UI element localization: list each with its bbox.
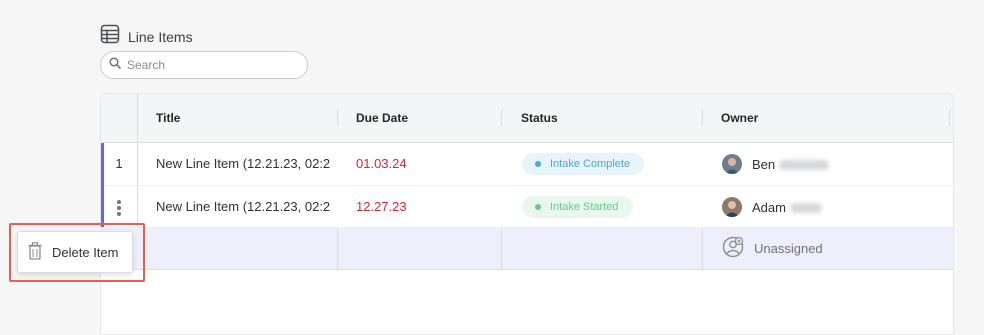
redacted-surname	[779, 160, 830, 171]
column-header-title[interactable]: Title	[156, 94, 180, 142]
status-label: Intake Started	[550, 201, 619, 213]
table-icon	[100, 24, 120, 49]
status-dot	[535, 161, 541, 167]
row-due-date[interactable]: 01.03.24	[356, 143, 407, 185]
trash-icon	[28, 241, 42, 263]
row-group-accent	[101, 143, 104, 227]
owner-cell[interactable]: Ben	[722, 143, 830, 185]
avatar	[722, 154, 742, 174]
search-icon	[109, 56, 121, 74]
owner-name: Adam	[752, 199, 786, 215]
redacted-surname	[789, 203, 822, 214]
table-row-selected[interactable]: Unassigned	[101, 228, 953, 269]
section-title: Line Items	[128, 28, 193, 45]
cell-divider	[501, 228, 502, 269]
status-dot	[535, 204, 541, 210]
delete-item-label: Delete Item	[52, 244, 119, 260]
delete-item-menu-item[interactable]: Delete Item	[17, 231, 133, 273]
column-divider[interactable]	[949, 110, 950, 126]
table-row[interactable]: New Line Item (12.21.23, 02:2 12.27.23 I…	[101, 186, 953, 228]
search-box[interactable]	[100, 51, 308, 79]
cell-divider	[337, 228, 338, 269]
cell-divider	[702, 228, 703, 269]
row-drag-handle-icon[interactable]	[101, 186, 137, 228]
column-divider[interactable]	[337, 110, 338, 126]
column-header-due-date[interactable]: Due Date	[356, 94, 408, 142]
status-badge[interactable]: Intake Started	[522, 196, 633, 218]
column-header-owner[interactable]: Owner	[721, 94, 758, 142]
unassigned-user-icon	[722, 236, 744, 261]
column-divider[interactable]	[702, 110, 703, 126]
avatar	[722, 197, 742, 217]
row-title[interactable]: New Line Item (12.21.23, 02:2	[156, 186, 337, 228]
line-items-table: Title Due Date Status Owner 1 New Line I…	[100, 93, 954, 335]
owner-name: Ben	[752, 156, 776, 172]
search-input[interactable]	[127, 58, 297, 72]
row-index: 1	[115, 156, 123, 171]
section-header: Line Items	[100, 24, 193, 49]
row-divider	[101, 269, 953, 270]
status-label: Intake Complete	[550, 158, 631, 170]
table-header: Title Due Date Status Owner	[101, 94, 953, 143]
status-badge[interactable]: Intake Complete	[522, 153, 645, 175]
table-row[interactable]: 1 New Line Item (12.21.23, 02:2 01.03.24…	[101, 143, 953, 185]
row-due-date[interactable]: 12.27.23	[356, 186, 407, 228]
owner-cell[interactable]: Unassigned	[722, 228, 823, 269]
row-title[interactable]: New Line Item (12.21.23, 02:2	[156, 143, 337, 185]
column-header-status[interactable]: Status	[521, 94, 558, 142]
column-divider[interactable]	[501, 110, 502, 126]
owner-name: Unassigned	[754, 241, 823, 256]
owner-cell[interactable]: Adam	[722, 186, 822, 228]
